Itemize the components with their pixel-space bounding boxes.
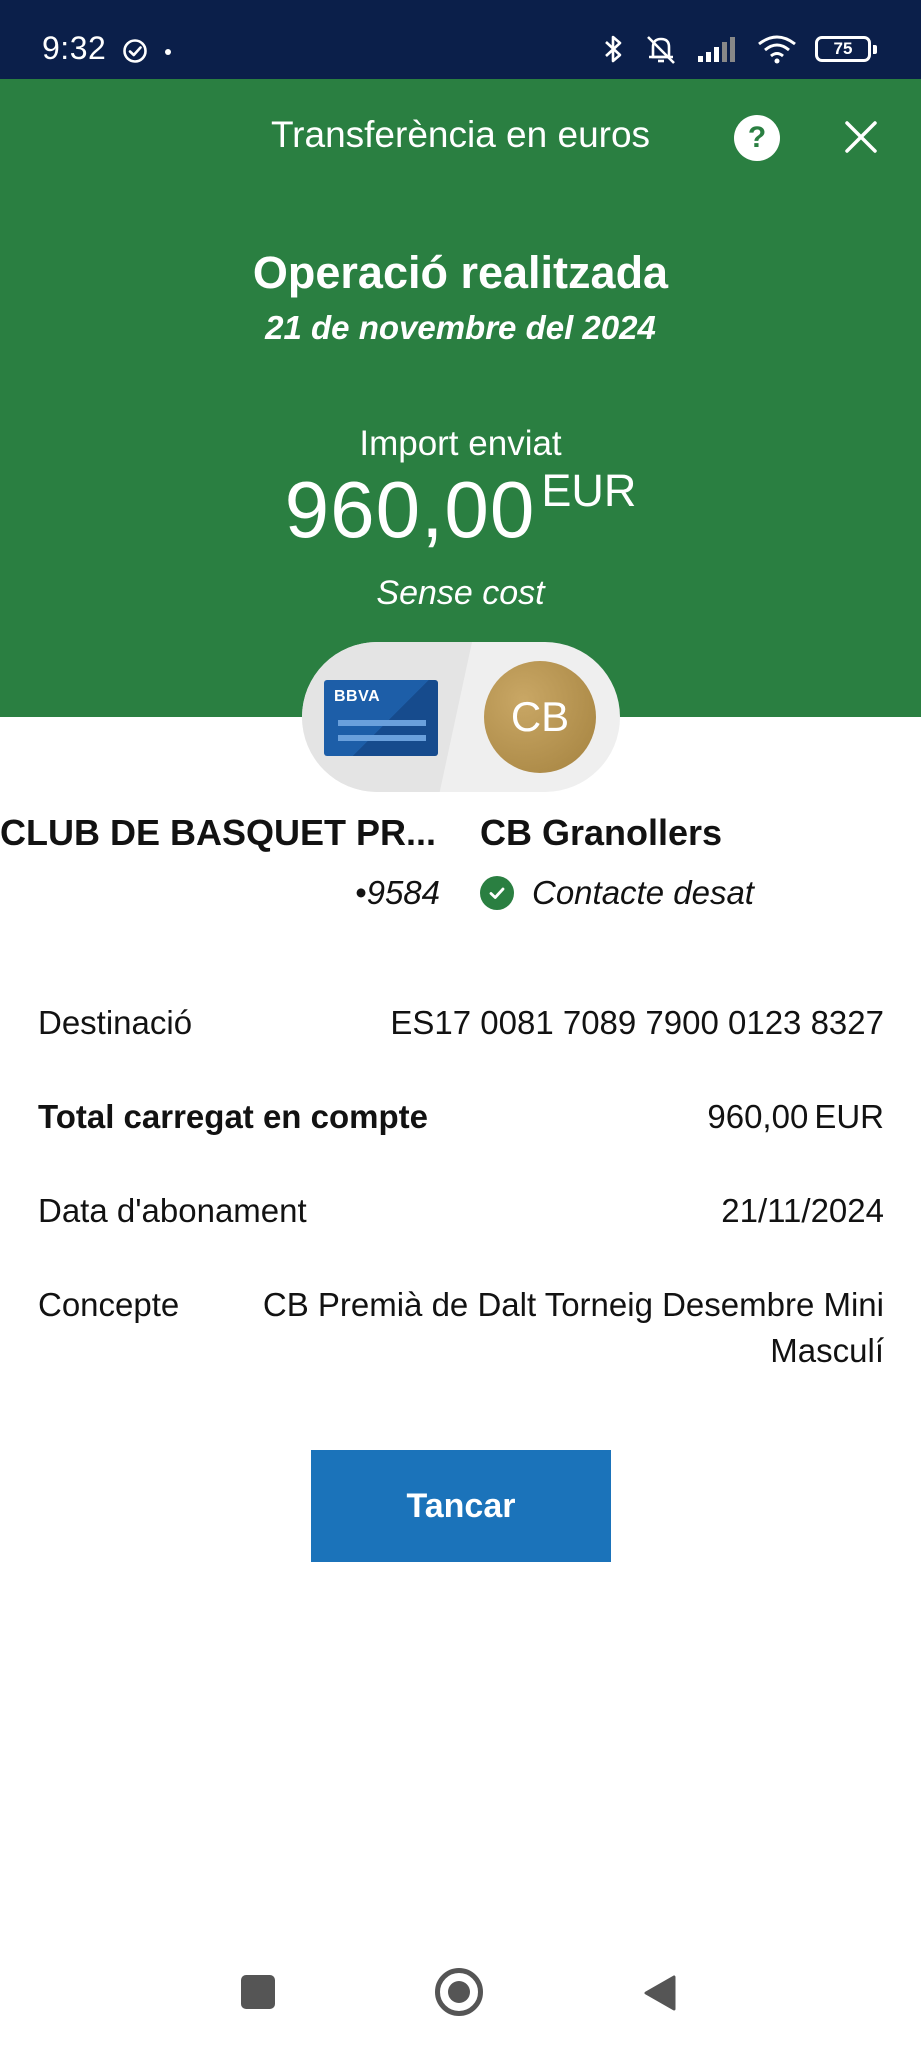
- help-button[interactable]: ?: [734, 115, 780, 161]
- detail-row-date: Data d'abonament 21/11/2024: [38, 1188, 884, 1234]
- date-label: Data d'abonament: [38, 1192, 307, 1229]
- total-value: 960,00 EUR: [707, 1094, 884, 1140]
- screen-title: Transferència en euros: [270, 114, 651, 155]
- concept-label: Concepte: [38, 1286, 180, 1323]
- contact-status: Contacte desat: [532, 874, 754, 911]
- fee-text: Sense cost: [376, 574, 545, 612]
- destination-iban: ES17 0081 7089 7900 0123 8327: [390, 1004, 884, 1041]
- total-label: Total carregat en compte: [38, 1098, 428, 1135]
- origin-name: CLUB DE BASQUET PR...: [0, 812, 437, 853]
- bank-logo: BBVA: [334, 688, 381, 705]
- battery-icon: 75: [815, 36, 877, 62]
- bluetooth-icon: [605, 35, 622, 63]
- status-time: 9:32: [42, 30, 107, 66]
- bank-card-icon: BBVA: [324, 680, 438, 756]
- origin-account: CLUB DE BASQUET PR... •9584: [0, 812, 440, 912]
- notification-dot-icon: [165, 49, 171, 55]
- amount-label: Import enviat: [359, 424, 562, 463]
- date-value: 21/11/2024: [721, 1192, 884, 1229]
- close-button[interactable]: Tancar: [311, 1450, 611, 1562]
- total-currency: EUR: [814, 1098, 884, 1135]
- check-icon: [480, 876, 514, 910]
- mute-bell-icon: [647, 36, 675, 64]
- transfer-details: Destinació ES17 0081 7089 7900 0123 8327…: [38, 1000, 884, 1422]
- concept-value: CB Premià de Dalt Torneig Desembre Mini …: [262, 1286, 884, 1369]
- destination-name: CB Granollers: [480, 812, 723, 853]
- status-icons: 75: [603, 33, 877, 65]
- detail-row-destination: Destinació ES17 0081 7089 7900 0123 8327: [38, 1000, 884, 1046]
- amount-value: 960,00: [284, 465, 536, 554]
- battery-level: 75: [833, 39, 853, 58]
- system-nav-bar: [0, 1940, 921, 2048]
- amount-currency: EUR: [541, 465, 637, 516]
- close-icon[interactable]: [841, 117, 881, 157]
- origin-account-suffix: •9584: [355, 874, 440, 911]
- destination-contact: CB Granollers Contacte desat: [480, 812, 900, 912]
- back-icon[interactable]: [642, 1973, 678, 2013]
- status-bar: 9:32 75: [0, 0, 921, 79]
- contact-avatar: CB: [484, 661, 596, 773]
- home-icon[interactable]: [435, 1968, 483, 2016]
- recent-apps-icon[interactable]: [241, 1975, 275, 2009]
- signal-icon: [698, 37, 735, 62]
- detail-row-total: Total carregat en compte 960,00 EUR: [38, 1094, 884, 1140]
- destination-label: Destinació: [38, 1004, 193, 1041]
- amount-sent: 960,00 EUR: [0, 464, 921, 556]
- operation-status-title: Operació realitzada: [252, 247, 669, 298]
- help-icon: ?: [747, 121, 767, 154]
- transfer-parties-pill: BBVA CB: [302, 642, 620, 792]
- wifi-icon: [758, 35, 796, 64]
- success-header: Transferència en euros ? Operació realit…: [0, 79, 921, 717]
- check-circle-icon: [123, 39, 147, 63]
- total-amount: 960,00: [707, 1098, 809, 1135]
- operation-date: 21 de novembre del 2024: [265, 309, 656, 346]
- detail-row-concept: Concepte CB Premià de Dalt Torneig Desem…: [38, 1282, 884, 1374]
